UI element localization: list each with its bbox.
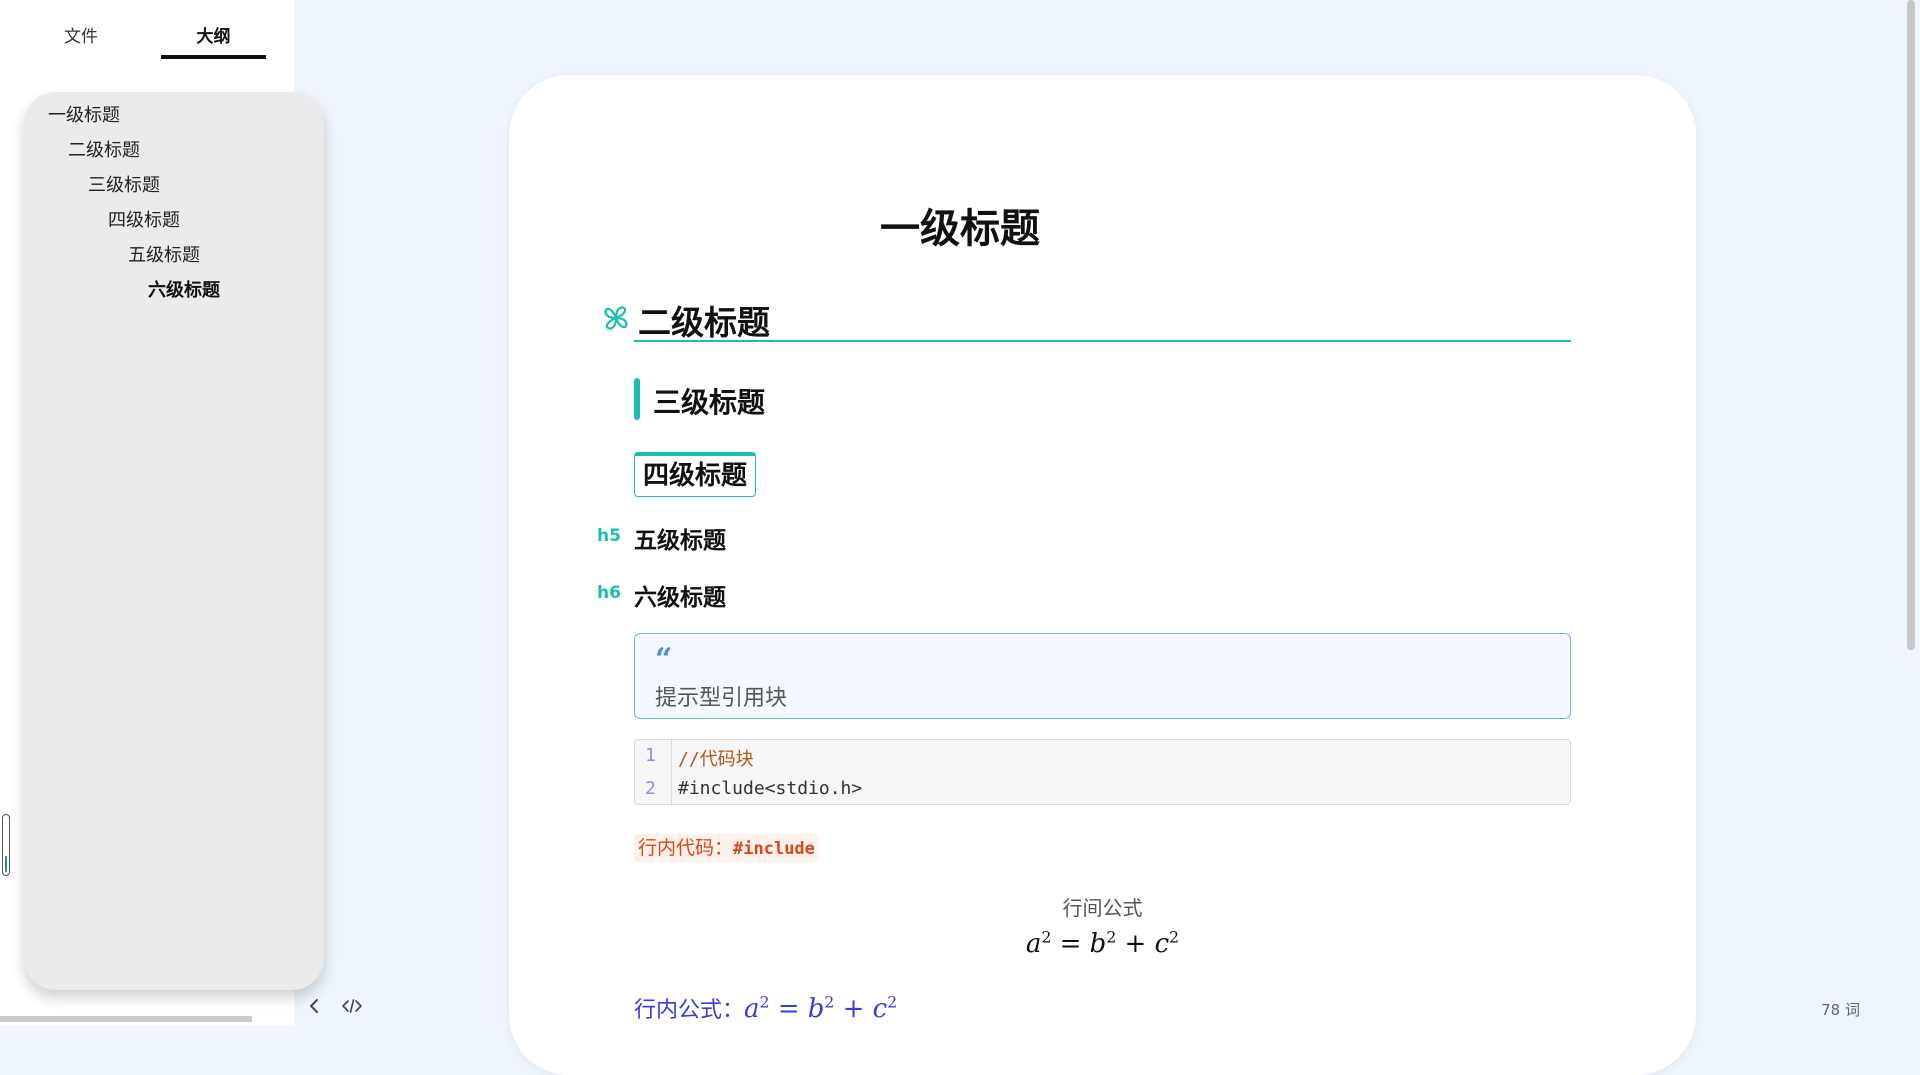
code-line: #include<stdio.h>: [678, 778, 863, 799]
code-view-icon[interactable]: [340, 996, 364, 1016]
heading-6[interactable]: 六级标题: [634, 578, 726, 612]
heading-6-tag: h6: [597, 583, 621, 603]
inline-code-paragraph[interactable]: 行内代码：#include: [634, 834, 819, 862]
vertical-scrollbar[interactable]: [1907, 0, 1915, 650]
sidebar-tabs: 文件 大纲: [0, 0, 294, 70]
code-block[interactable]: 1 2 //代码块 #include<stdio.h>: [634, 739, 1571, 805]
line-number: 2: [645, 778, 656, 799]
scroll-indicator-fill: [5, 856, 7, 872]
heading-5-tag: h5: [597, 526, 621, 546]
outline-item-h6[interactable]: 六级标题: [148, 276, 220, 302]
heading-5[interactable]: 五级标题: [634, 521, 726, 555]
heading-3[interactable]: 三级标题: [653, 381, 765, 421]
heading-2-row: 二级标题: [600, 296, 1572, 342]
heading-2[interactable]: 二级标题: [638, 296, 770, 344]
math-block-label: 行间公式: [1062, 896, 1143, 920]
active-tab-indicator: [161, 55, 266, 59]
heading-1[interactable]: 一级标题: [0, 196, 1920, 254]
tab-files[interactable]: 文件: [56, 22, 106, 47]
outline-item-h3[interactable]: 三级标题: [88, 171, 160, 197]
inline-math-paragraph[interactable]: 行内公式：a2 = b2 + c2: [634, 992, 897, 1024]
inline-math-formula: a2 = b2 + c2: [744, 993, 898, 1024]
sidebar-scroll-indicator[interactable]: [2, 814, 10, 876]
code-line: //代码块: [678, 749, 754, 770]
outline-item-h2[interactable]: 二级标题: [68, 136, 140, 162]
outline-item-h1[interactable]: 一级标题: [48, 101, 120, 127]
inline-code-label: 行内代码：: [638, 837, 734, 859]
word-count[interactable]: 78 词: [1821, 999, 1860, 1020]
math-block[interactable]: a2 = b2 + c2: [509, 928, 1696, 959]
callout-text: 提示型引用块: [655, 686, 788, 711]
heading-2-underline: [634, 340, 1571, 342]
quote-icon: “: [655, 642, 673, 677]
heading-4[interactable]: 四级标题: [634, 452, 757, 497]
math-formula: a2 = b2 + c2: [1025, 928, 1180, 959]
sidebar: 文件 大纲 一级标题 二级标题 三级标题 四级标题 五级标题 六级标题: [0, 0, 324, 1026]
pinwheel-icon: [604, 306, 628, 330]
chevron-left-icon[interactable]: [306, 996, 322, 1016]
line-number: 1: [645, 745, 656, 766]
inline-code: #include: [733, 839, 815, 859]
inline-math-label: 行内公式：: [634, 998, 745, 1023]
tab-outline[interactable]: 大纲: [161, 22, 266, 47]
code-gutter: 1 2: [635, 740, 672, 804]
callout-blockquote[interactable]: “ 提示型引用块: [634, 633, 1571, 719]
sidebar-horizontal-scrollbar[interactable]: [0, 1016, 252, 1022]
heading-3-accent-bar: [634, 378, 640, 420]
